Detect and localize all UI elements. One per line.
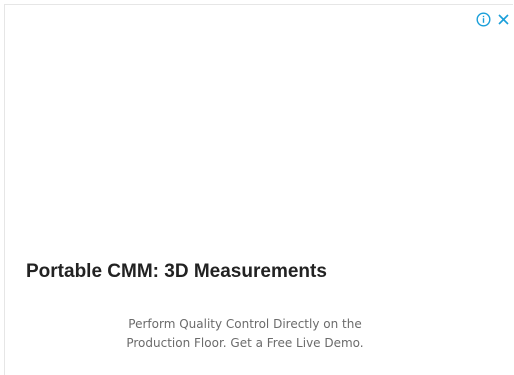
ad-container[interactable]: Portable CMM: 3D Measurements Perform Qu… (4, 4, 513, 375)
ad-description-line: Perform Quality Control Directly on the (128, 317, 362, 331)
ad-description: Perform Quality Control Directly on the … (5, 315, 485, 353)
ad-controls (475, 11, 511, 27)
ad-close-button[interactable] (495, 11, 511, 27)
ad-description-line: Production Floor. Get a Free Live Demo. (126, 336, 364, 350)
close-icon (497, 13, 509, 25)
ad-info-button[interactable] (475, 11, 491, 27)
info-icon (475, 11, 491, 27)
ad-headline-link[interactable]: Portable CMM: 3D Measurements (26, 261, 327, 283)
